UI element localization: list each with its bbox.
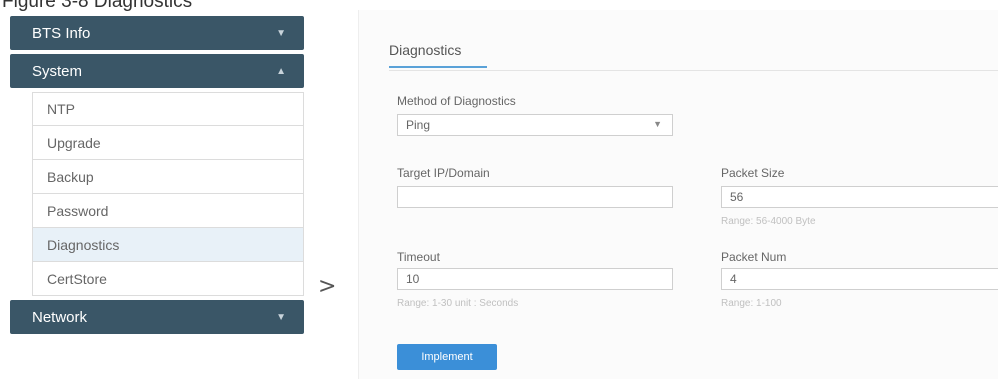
figure-caption: Figure 3-8 Diagnostics (2, 0, 193, 12)
sidebar-section-system[interactable]: System ▲ (10, 54, 304, 88)
implement-button[interactable]: Implement (397, 344, 497, 370)
sidebar-item-password[interactable]: Password (32, 194, 304, 228)
system-submenu: NTP Upgrade Backup Password Diagnostics … (10, 92, 304, 296)
timeout-label: Timeout (397, 250, 440, 264)
packet-size-hint: Range: 56-4000 Byte (721, 216, 816, 227)
sidebar-item-diagnostics[interactable]: Diagnostics (32, 228, 304, 262)
chevron-down-icon: ▼ (276, 311, 286, 323)
chevron-down-icon: ▼ (653, 119, 662, 129)
tab-divider (389, 70, 998, 71)
sidebar-section-bts-info[interactable]: BTS Info ▼ (10, 16, 304, 50)
method-value: Ping (406, 118, 431, 132)
packet-num-hint: Range: 1-100 (721, 298, 782, 309)
sidebar-item-upgrade[interactable]: Upgrade (32, 126, 304, 160)
target-label: Target IP/Domain (397, 166, 490, 180)
packet-size-label: Packet Size (721, 166, 785, 180)
sidebar-item-ntp[interactable]: NTP (32, 92, 304, 126)
method-label: Method of Diagnostics (397, 94, 516, 108)
target-input[interactable] (397, 186, 673, 208)
tab-diagnostics[interactable]: Diagnostics (389, 42, 487, 68)
timeout-input[interactable]: 10 (397, 268, 673, 290)
sidebar-item-backup[interactable]: Backup (32, 160, 304, 194)
timeout-hint: Range: 1-30 unit : Seconds (397, 298, 519, 309)
sidebar-section-label: Network (32, 308, 88, 326)
method-select[interactable]: Ping ▼ (397, 114, 673, 136)
diagnostics-panel: Diagnostics Method of Diagnostics Ping ▼… (358, 10, 998, 379)
sidebar-section-label: BTS Info (32, 24, 91, 42)
sidebar: BTS Info ▼ System ▲ NTP Upgrade Backup P… (10, 16, 304, 338)
packet-size-input[interactable]: 56 (721, 186, 998, 208)
chevron-down-icon: ▼ (276, 27, 286, 39)
chevron-up-icon: ▲ (276, 65, 286, 77)
sidebar-section-network[interactable]: Network ▼ (10, 300, 304, 334)
packet-num-input[interactable]: 4 (721, 268, 998, 290)
sidebar-item-certstore[interactable]: CertStore (32, 262, 304, 296)
packet-num-label: Packet Num (721, 250, 787, 264)
chevron-right-icon: > (318, 274, 337, 299)
sidebar-section-label: System (32, 62, 83, 80)
